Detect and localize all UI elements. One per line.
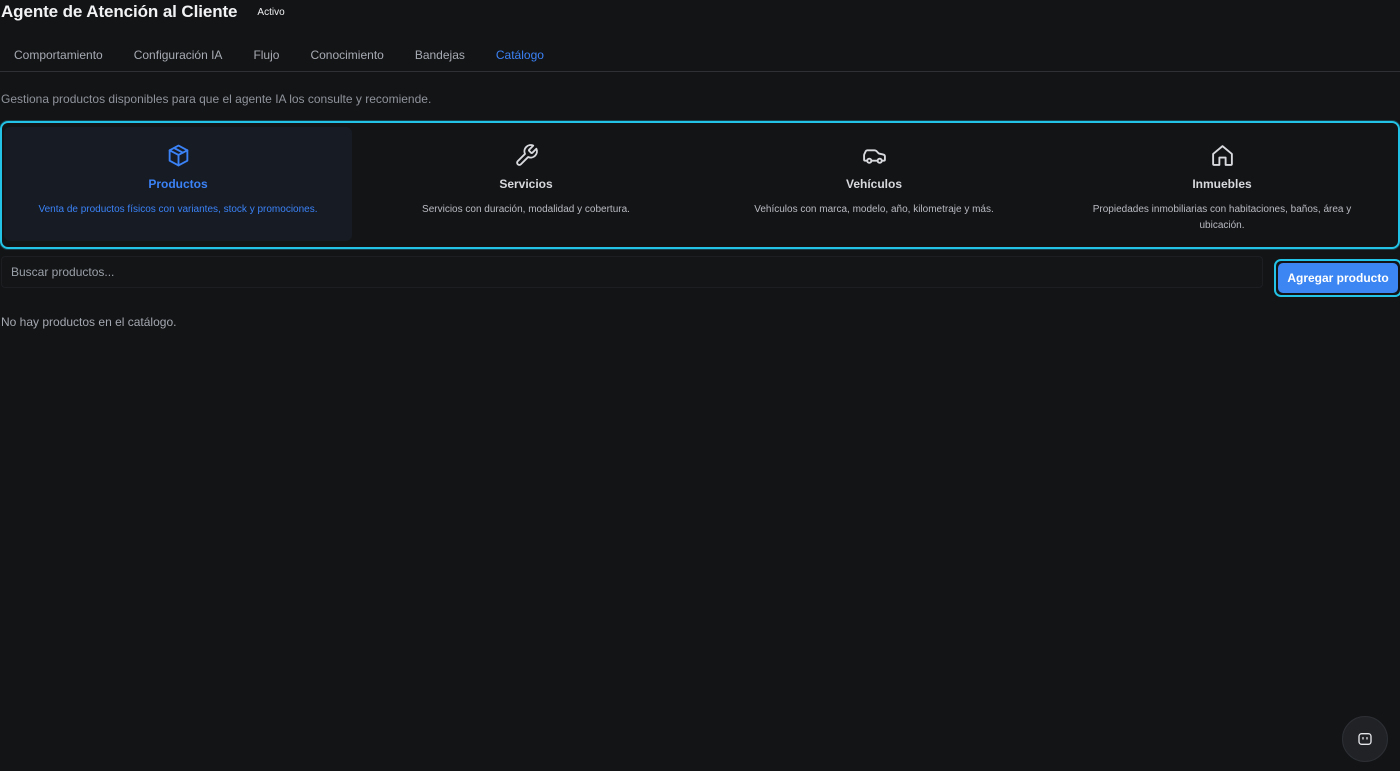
category-card-inmuebles[interactable]: Inmuebles Propiedades inmobiliarias con … xyxy=(1048,127,1396,241)
category-card-productos[interactable]: Productos Venta de productos físicos con… xyxy=(4,127,352,241)
wrench-icon xyxy=(513,142,539,168)
car-icon xyxy=(861,142,887,168)
page-header: Agente de Atención al Cliente Activo xyxy=(0,0,1400,24)
search-input[interactable] xyxy=(1,256,1263,288)
empty-state-message: No hay productos en el catálogo. xyxy=(1,315,177,329)
tab-comportamiento[interactable]: Comportamiento xyxy=(0,40,119,71)
category-name: Servicios xyxy=(499,177,553,191)
tab-conocimiento[interactable]: Conocimiento xyxy=(296,40,399,71)
tab-configuracion-ia[interactable]: Configuración IA xyxy=(120,40,239,71)
category-card-servicios[interactable]: Servicios Servicios con duración, modali… xyxy=(352,127,700,241)
status-badge: Activo xyxy=(257,6,285,18)
tab-bar: Comportamiento Configuración IA Flujo Co… xyxy=(0,40,1400,72)
category-description: Vehículos con marca, modelo, año, kilome… xyxy=(754,204,994,215)
chat-fab-button[interactable] xyxy=(1342,716,1388,762)
category-description: Propiedades inmobiliarias con habitacion… xyxy=(1092,204,1352,231)
box-icon xyxy=(165,142,191,168)
add-product-button-label: Agregar producto xyxy=(1278,263,1398,293)
category-description: Venta de productos físicos con variantes… xyxy=(38,204,318,215)
tab-catalogo[interactable]: Catálogo xyxy=(482,40,560,71)
category-description: Servicios con duración, modalidad y cobe… xyxy=(422,204,630,215)
catalog-description: Gestiona productos disponibles para que … xyxy=(1,92,432,106)
category-name: Productos xyxy=(148,177,208,191)
tab-flujo[interactable]: Flujo xyxy=(239,40,295,71)
category-name: Vehículos xyxy=(845,177,903,191)
category-selector: Productos Venta de productos físicos con… xyxy=(0,121,1400,249)
chat-bot-icon xyxy=(1357,731,1373,747)
tab-bandejas[interactable]: Bandejas xyxy=(401,40,481,71)
add-product-button[interactable]: Agregar producto xyxy=(1274,259,1400,297)
category-card-vehiculos[interactable]: Vehículos Vehículos con marca, modelo, a… xyxy=(700,127,1048,241)
house-icon xyxy=(1209,142,1235,168)
category-name: Inmuebles xyxy=(1192,177,1252,191)
page-title: Agente de Atención al Cliente xyxy=(1,2,238,21)
